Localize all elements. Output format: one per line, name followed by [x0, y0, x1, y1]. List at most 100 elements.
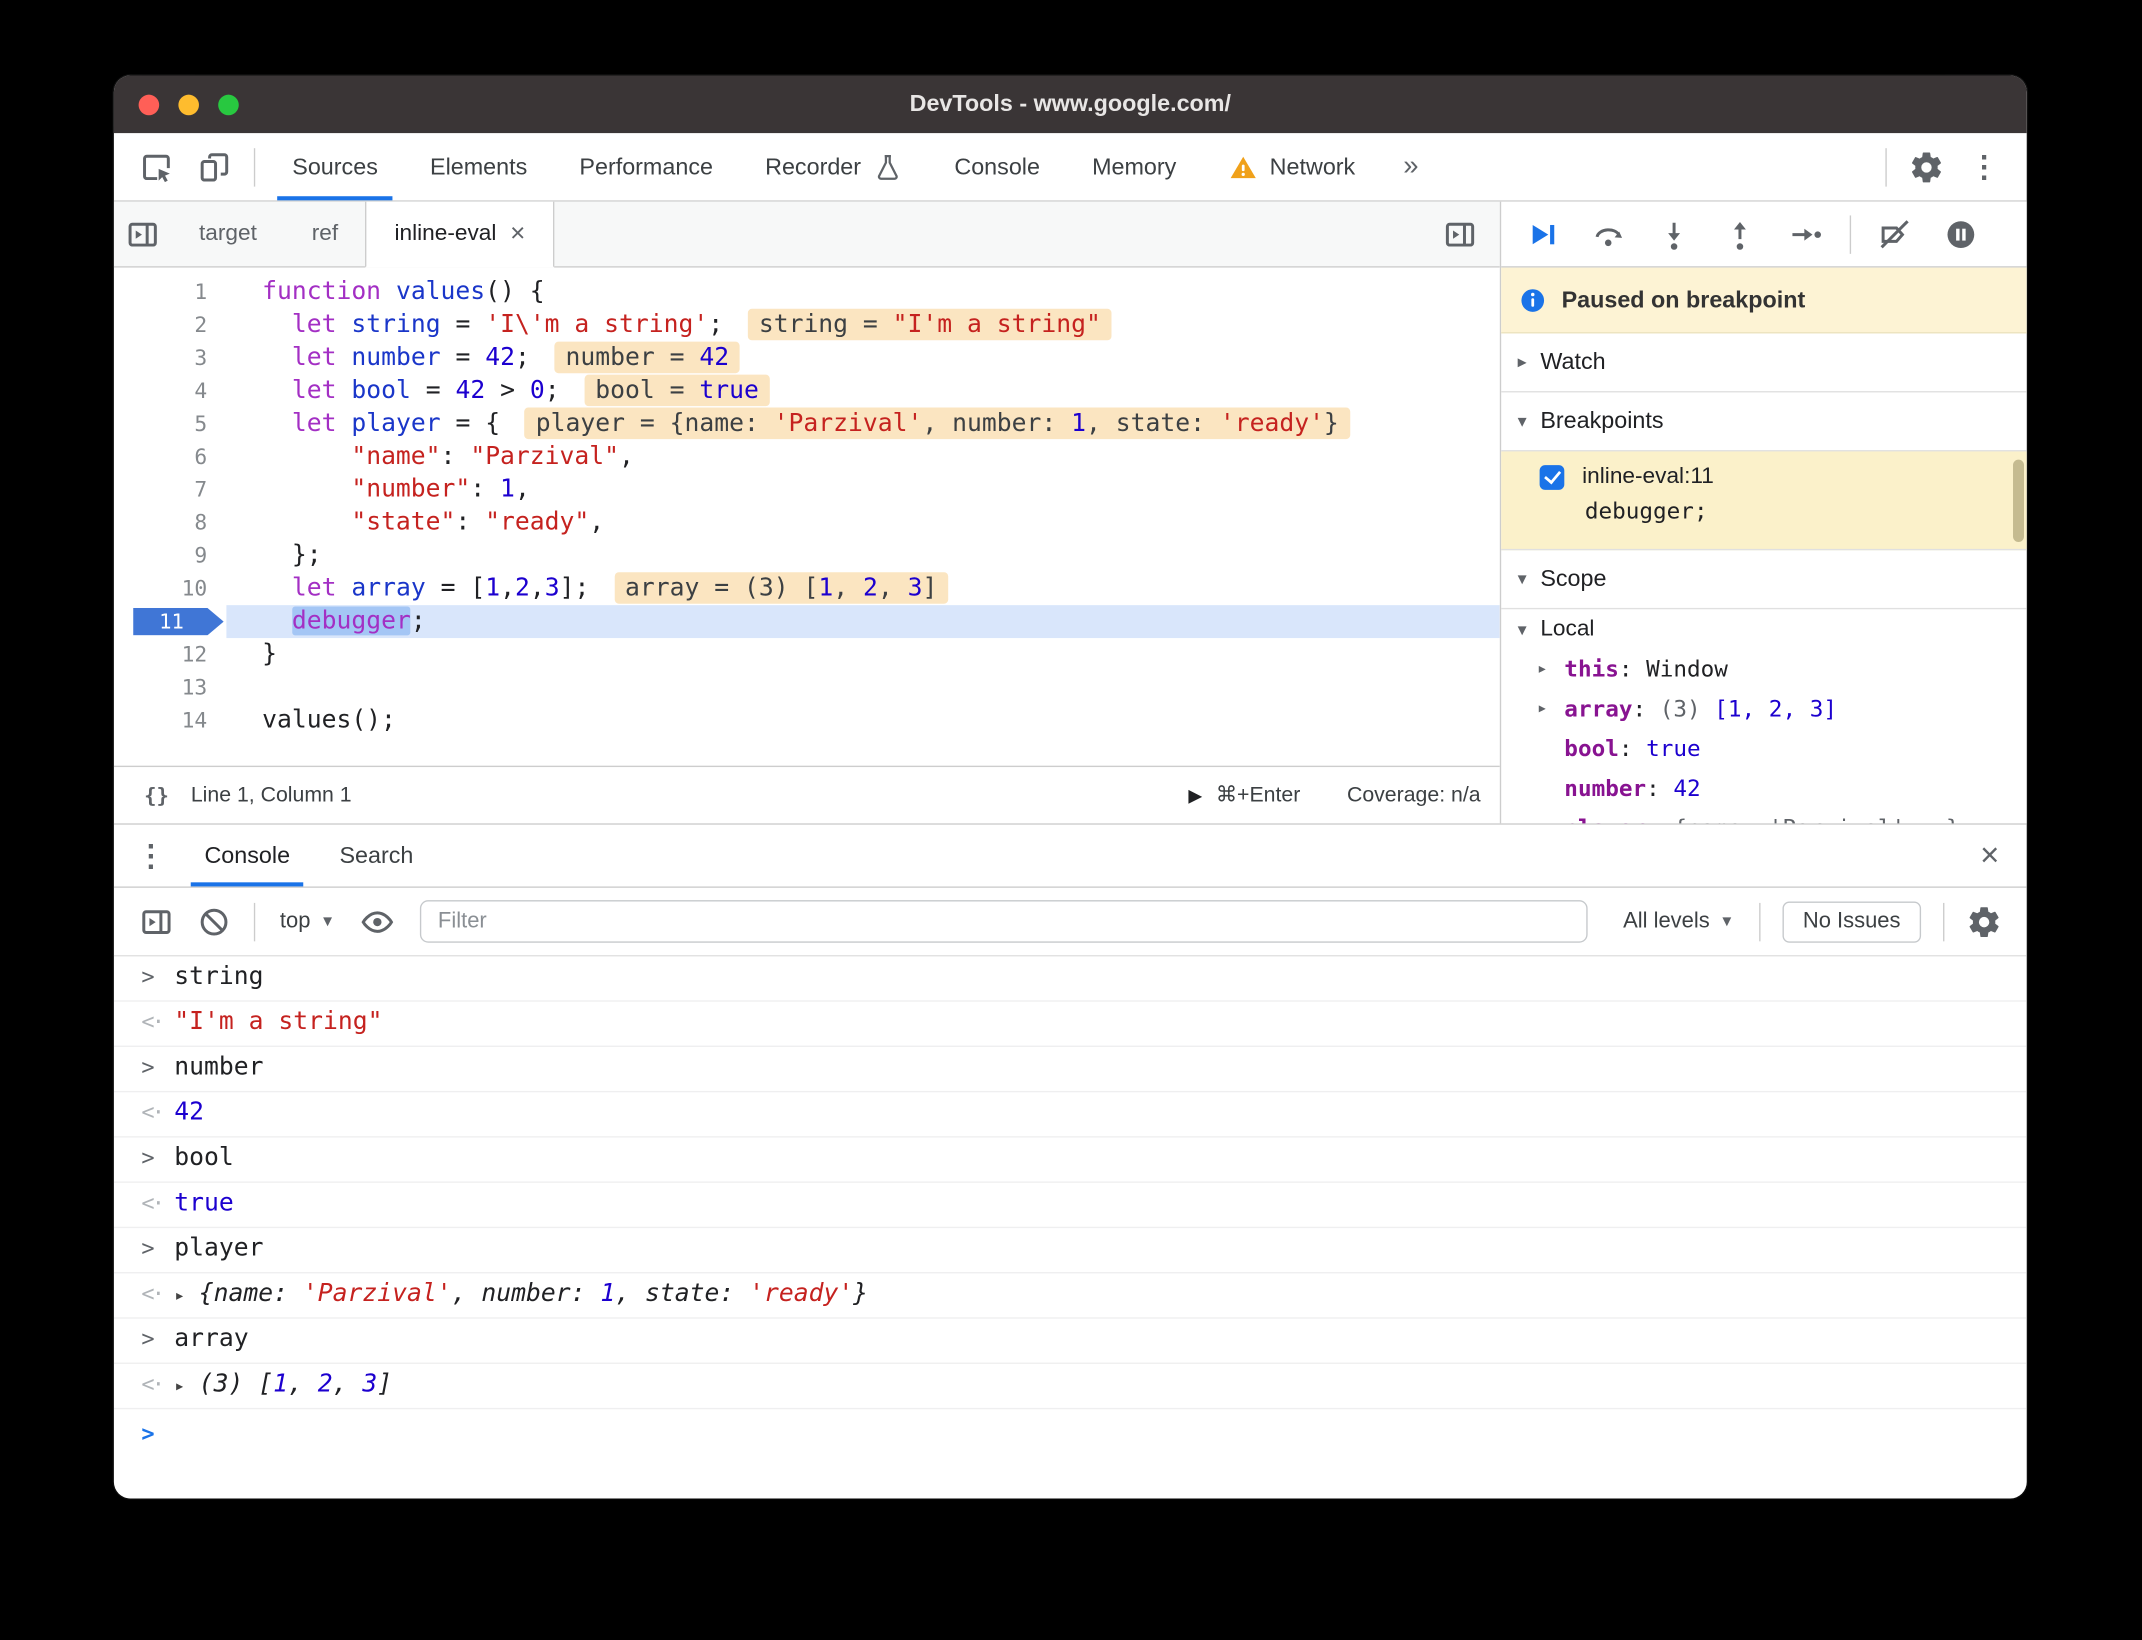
tab-recorder[interactable]: Recorder: [739, 133, 928, 200]
desktop-background: DevTools - www.google.com/ Sources Elemen…: [0, 0, 2142, 1640]
tab-sources[interactable]: Sources: [266, 133, 404, 201]
line-number[interactable]: 10: [114, 572, 227, 605]
line-number[interactable]: 3: [114, 342, 227, 375]
filter-input[interactable]: [420, 900, 1588, 943]
scope-entry[interactable]: bool: true: [1501, 729, 2027, 769]
code-line[interactable]: let bool = 42 > 0; bool = true: [226, 374, 1499, 408]
tab-memory[interactable]: Memory: [1066, 133, 1202, 200]
scope-entry[interactable]: ▸ array: (3) [1, 2, 3]: [1501, 689, 2027, 729]
settings-gear-icon[interactable]: [1898, 139, 1956, 194]
log-levels-selector[interactable]: All levels ▼: [1609, 909, 1748, 934]
code-line[interactable]: values();: [226, 704, 1499, 737]
eye-icon[interactable]: [349, 894, 407, 949]
console-tab-search[interactable]: Search: [315, 825, 438, 887]
line-number[interactable]: 8: [114, 506, 227, 539]
line-number[interactable]: 9: [114, 539, 227, 572]
close-console-icon[interactable]: ×: [1961, 836, 2019, 874]
line-number[interactable]: 14: [114, 704, 227, 737]
resume-icon[interactable]: [1509, 204, 1575, 264]
file-tab-ref[interactable]: ref: [284, 202, 365, 266]
inspect-icon[interactable]: [128, 139, 186, 194]
close-window-button[interactable]: [138, 93, 160, 115]
expand-triangle-icon[interactable]: ▸: [174, 1376, 185, 1397]
watch-section-header[interactable]: ▸ Watch: [1501, 333, 2027, 393]
more-tabs-button[interactable]: »: [1381, 151, 1440, 183]
code-line[interactable]: "name": "Parzival",: [226, 440, 1499, 473]
device-toolbar-icon[interactable]: [185, 139, 243, 194]
sidebar-scrollbar-thumb[interactable]: [2013, 459, 2024, 543]
code-line[interactable]: let player = {player = {name: 'Parzival'…: [226, 407, 1499, 441]
console-prompt-row[interactable]: >: [114, 1409, 2027, 1457]
context-selector[interactable]: top ▼: [266, 909, 349, 934]
line-number[interactable]: 12: [114, 638, 227, 671]
titlebar[interactable]: DevTools - www.google.com/: [113, 75, 2027, 134]
line-number[interactable]: 13: [114, 671, 227, 704]
line-number[interactable]: 11: [114, 605, 227, 638]
file-tab-inline-eval[interactable]: inline-eval ×: [365, 201, 555, 268]
scope-entry[interactable]: number: 42: [1501, 768, 2027, 808]
code-line[interactable]: "number": 1,: [226, 473, 1499, 506]
file-tab-label: ref: [311, 220, 339, 246]
breakpoint-entry[interactable]: inline-eval:11 debugger;: [1501, 451, 2027, 551]
collapse-triangle-icon[interactable]: ▾: [1518, 410, 1527, 432]
step-into-icon[interactable]: [1641, 204, 1707, 264]
expand-triangle-icon[interactable]: ▸: [1518, 351, 1527, 373]
toggle-debugger-sidebar-icon[interactable]: [1431, 207, 1489, 262]
code-editor[interactable]: 1 2 3 4 5 6 7 8 9 10 11 12 13 14 function values() { …: [114, 268, 1500, 766]
console-log[interactable]: > string <· "I'm a string" > number <· 42 > bool <…: [113, 956, 2027, 1498]
issues-counter[interactable]: No Issues: [1782, 900, 1922, 943]
console-settings-gear-icon[interactable]: [1955, 894, 2013, 949]
console-kebab-menu-icon[interactable]: ⋮: [122, 828, 180, 883]
console-input-text: string: [174, 961, 264, 991]
code-line[interactable]: };: [226, 539, 1499, 572]
expand-triangle-icon[interactable]: ▸: [1537, 808, 1548, 823]
expand-triangle-icon[interactable]: ▸: [1537, 649, 1548, 689]
code-line[interactable]: [226, 671, 1499, 704]
close-tab-icon[interactable]: ×: [510, 221, 525, 247]
tab-elements[interactable]: Elements: [404, 133, 553, 200]
console-input-text: bool: [174, 1143, 234, 1172]
minimize-window-button[interactable]: [178, 93, 199, 115]
code-line[interactable]: }: [226, 638, 1499, 671]
expand-triangle-icon[interactable]: ▸: [174, 1286, 185, 1307]
scope-section-header[interactable]: ▾ Scope: [1501, 550, 2027, 610]
collapse-triangle-icon[interactable]: ▾: [1518, 568, 1527, 590]
toggle-console-sidebar-icon[interactable]: [128, 894, 186, 949]
breakpoint-checkbox[interactable]: [1539, 464, 1565, 490]
scope-entry[interactable]: ▸ this: Window: [1501, 649, 2027, 689]
step-over-icon[interactable]: [1575, 204, 1641, 264]
tab-performance[interactable]: Performance: [553, 133, 739, 200]
clear-console-icon[interactable]: [185, 894, 243, 949]
line-number[interactable]: 4: [114, 375, 227, 408]
file-tab-target[interactable]: target: [172, 202, 285, 266]
line-number[interactable]: 5: [114, 408, 227, 441]
scope-entry[interactable]: ▸player: {name: 'Parzival', …}: [1501, 808, 2027, 823]
line-number[interactable]: 6: [114, 440, 227, 473]
pretty-print-icon[interactable]: {}: [133, 783, 180, 808]
collapse-triangle-icon[interactable]: ▾: [1518, 618, 1527, 640]
deactivate-breakpoints-icon[interactable]: [1862, 204, 1928, 264]
tab-network[interactable]: Network: [1202, 133, 1381, 200]
tab-console[interactable]: Console: [928, 133, 1066, 200]
code-line[interactable]: "state": "ready",: [226, 506, 1499, 539]
zoom-window-button[interactable]: [218, 93, 239, 115]
run-icon: ▶: [1188, 784, 1203, 805]
kebab-menu-icon[interactable]: ⋮: [1955, 139, 2013, 194]
step-icon[interactable]: [1773, 204, 1839, 264]
scope-group-local[interactable]: ▾ Local: [1501, 609, 2027, 649]
code-line[interactable]: let array = [1,2,3]; array = (3) [1, 2, 3…: [226, 572, 1499, 605]
code-line[interactable]: debugger;: [226, 605, 1500, 639]
line-number[interactable]: 1: [114, 276, 227, 309]
pause-on-exceptions-icon[interactable]: [1928, 204, 1994, 264]
code-line[interactable]: let string = 'I\'m a string'; string = "I…: [226, 308, 1499, 342]
execution-line-marker[interactable]: 11: [133, 607, 224, 636]
breakpoints-section-header[interactable]: ▾ Breakpoints: [1501, 392, 2027, 452]
code-line[interactable]: function values() {: [226, 276, 1499, 309]
step-out-icon[interactable]: [1707, 204, 1773, 264]
line-number[interactable]: 2: [114, 309, 227, 342]
expand-triangle-icon[interactable]: ▸: [1537, 689, 1548, 729]
code-line[interactable]: let number = 42; number = 42: [226, 341, 1499, 375]
toggle-navigator-icon[interactable]: [114, 207, 172, 262]
console-tab-console[interactable]: Console: [180, 825, 315, 887]
line-number[interactable]: 7: [114, 473, 227, 506]
